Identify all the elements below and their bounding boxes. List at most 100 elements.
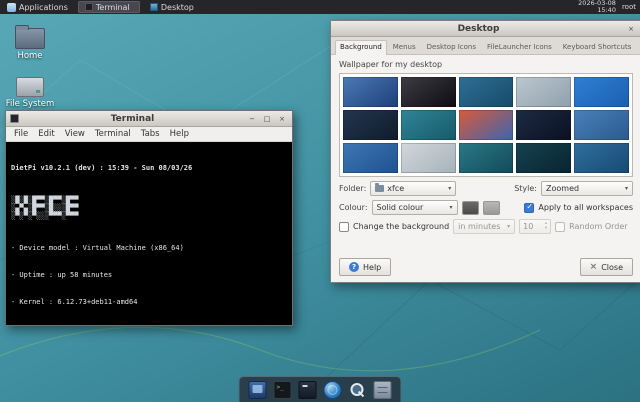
folder-label: Folder: xyxy=(339,184,366,193)
chevron-down-icon: ▾ xyxy=(450,204,453,211)
help-button[interactable]: ? Help xyxy=(339,258,391,276)
wallpaper-thumbnail[interactable] xyxy=(574,110,629,140)
tab-menus[interactable]: Menus xyxy=(388,40,421,54)
terminal-output[interactable]: DietPi v10.2.1 (dev) : 15:39 - Sun 08/03… xyxy=(6,142,292,325)
chevron-down-icon: ▾ xyxy=(625,185,628,192)
dock-filemanager-icon[interactable] xyxy=(374,381,392,399)
minimize-icon[interactable]: − xyxy=(246,113,258,124)
terminal-window: Terminal − □ × File Edit View Terminal T… xyxy=(5,110,293,326)
interval-number-input[interactable]: 10 ▴▾ xyxy=(519,219,551,234)
wallpaper-thumbnail[interactable] xyxy=(459,110,514,140)
dock-console-icon[interactable] xyxy=(299,381,317,399)
tab-filelauncher-icons[interactable]: FileLauncher Icons xyxy=(482,40,557,54)
menu-file[interactable]: File xyxy=(9,129,33,139)
wallpaper-thumbnail[interactable] xyxy=(343,110,398,140)
colour-value: Solid colour xyxy=(377,203,424,212)
menu-edit[interactable]: Edit xyxy=(33,129,59,139)
folder-icon xyxy=(375,185,384,192)
desktop-icon-filesystem[interactable]: File System xyxy=(3,72,57,109)
desktop: Applications Terminal Desktop 2026-03-08… xyxy=(0,0,640,402)
applications-icon xyxy=(7,3,16,12)
desktop-icon-label: Home xyxy=(17,51,42,61)
wallpaper-thumbnail[interactable] xyxy=(401,143,456,173)
menu-tabs[interactable]: Tabs xyxy=(136,129,165,139)
colour-label: Colour: xyxy=(339,203,368,212)
terminal-info-line: - Uptime : up 58 minutes xyxy=(11,271,287,280)
tab-background[interactable]: Background xyxy=(335,40,387,55)
chevron-down-icon: ▾ xyxy=(448,185,451,192)
style-value: Zoomed xyxy=(546,184,579,193)
taskbar-label: Terminal xyxy=(96,3,130,12)
colour-select[interactable]: Solid colour ▾ xyxy=(372,200,458,215)
colour-swatch-secondary[interactable] xyxy=(483,201,500,215)
chevron-down-icon: ▾ xyxy=(507,223,510,230)
wallpaper-thumbnail[interactable] xyxy=(343,143,398,173)
random-order-checkbox[interactable] xyxy=(555,222,565,232)
apply-all-checkbox[interactable] xyxy=(524,203,534,213)
terminal-info-line: - Kernel : 6.12.73+deb11-amd64 xyxy=(11,298,287,307)
top-panel: Applications Terminal Desktop 2026-03-08… xyxy=(0,0,640,14)
close-icon[interactable]: × xyxy=(276,113,288,124)
dock-browser-icon[interactable] xyxy=(324,381,342,399)
help-button-label: Help xyxy=(363,263,381,272)
settings-titlebar[interactable]: Desktop × xyxy=(331,21,640,37)
style-label: Style: xyxy=(514,184,537,193)
terminal-icon xyxy=(85,3,93,11)
wallpaper-thumbnail[interactable] xyxy=(574,77,629,107)
change-background-label: Change the background xyxy=(353,222,449,231)
drive-icon xyxy=(16,77,44,97)
style-select[interactable]: Zoomed ▾ xyxy=(541,181,633,196)
terminal-ascii-art: ░█░█░█▀▀░█▀▀░█▀▀ ░▄▀▄░█▀▀░█░░░█▀▀ ░▀░▀░▀… xyxy=(11,196,287,220)
panel-clock[interactable]: 2026-03-08 15:40 xyxy=(578,0,616,14)
tab-keyboard-shortcuts[interactable]: Keyboard Shortcuts xyxy=(558,40,637,54)
prompt-glyph: >_ xyxy=(277,384,284,391)
desktop-settings-window: Desktop × Background Menus Desktop Icons… xyxy=(330,20,640,283)
home-folder-icon xyxy=(15,28,45,49)
settings-body: Wallpaper for my desktop Folder: xfce ▾ … xyxy=(331,55,640,282)
wallpaper-thumbnail[interactable] xyxy=(459,77,514,107)
wallpaper-thumbnail[interactable] xyxy=(516,143,571,173)
wallpaper-thumbnail[interactable] xyxy=(343,77,398,107)
folder-value: xfce xyxy=(387,184,404,193)
settings-tabbar: Background Menus Desktop Icons FileLaunc… xyxy=(331,37,640,55)
apply-all-label: Apply to all workspaces xyxy=(538,203,633,212)
terminal-banner: DietPi v10.2.1 (dev) : 15:39 - Sun 08/03… xyxy=(11,164,287,173)
dock-terminal-icon[interactable] xyxy=(249,381,267,399)
wallpaper-thumbnail[interactable] xyxy=(401,77,456,107)
tab-desktop-icons[interactable]: Desktop Icons xyxy=(422,40,481,54)
wallpaper-thumbnail[interactable] xyxy=(516,77,571,107)
clock-time: 15:40 xyxy=(578,7,616,14)
random-order-label: Random Order xyxy=(569,222,627,231)
change-background-checkbox[interactable] xyxy=(339,222,349,232)
terminal-titlebar[interactable]: Terminal − □ × xyxy=(6,111,292,127)
terminal-menubar: File Edit View Terminal Tabs Help xyxy=(6,127,292,142)
wallpaper-heading: Wallpaper for my desktop xyxy=(339,60,633,69)
terminal-window-icon xyxy=(10,114,19,123)
interval-unit-select[interactable]: in minutes ▾ xyxy=(453,219,515,234)
interval-unit-value: in minutes xyxy=(458,222,500,231)
dock-search-icon[interactable] xyxy=(349,381,367,399)
colour-swatch-primary[interactable] xyxy=(462,201,479,215)
taskbar-button-desktop[interactable]: Desktop xyxy=(143,1,205,13)
panel-username: root xyxy=(622,3,636,11)
taskbar-button-terminal[interactable]: Terminal xyxy=(78,1,140,13)
close-icon: × xyxy=(590,262,598,272)
dock: >_ xyxy=(239,376,402,402)
applications-menu-button[interactable]: Applications xyxy=(0,0,75,14)
wallpaper-thumbnail[interactable] xyxy=(459,143,514,173)
settings-window-title: Desktop xyxy=(335,24,622,34)
dock-terminal-dark-icon[interactable]: >_ xyxy=(274,381,292,399)
panel-spacer xyxy=(205,0,578,14)
menu-view[interactable]: View xyxy=(60,129,90,139)
close-button[interactable]: × Close xyxy=(580,258,633,276)
wallpaper-thumbnail[interactable] xyxy=(516,110,571,140)
desktop-icon-home[interactable]: Home xyxy=(3,24,57,61)
maximize-icon[interactable]: □ xyxy=(261,113,273,124)
close-button-label: Close xyxy=(601,263,623,272)
menu-terminal[interactable]: Terminal xyxy=(90,129,136,139)
wallpaper-thumbnail[interactable] xyxy=(574,143,629,173)
folder-select[interactable]: xfce ▾ xyxy=(370,181,456,196)
close-icon[interactable]: × xyxy=(625,23,637,34)
menu-help[interactable]: Help xyxy=(165,129,194,139)
wallpaper-thumbnail[interactable] xyxy=(401,110,456,140)
